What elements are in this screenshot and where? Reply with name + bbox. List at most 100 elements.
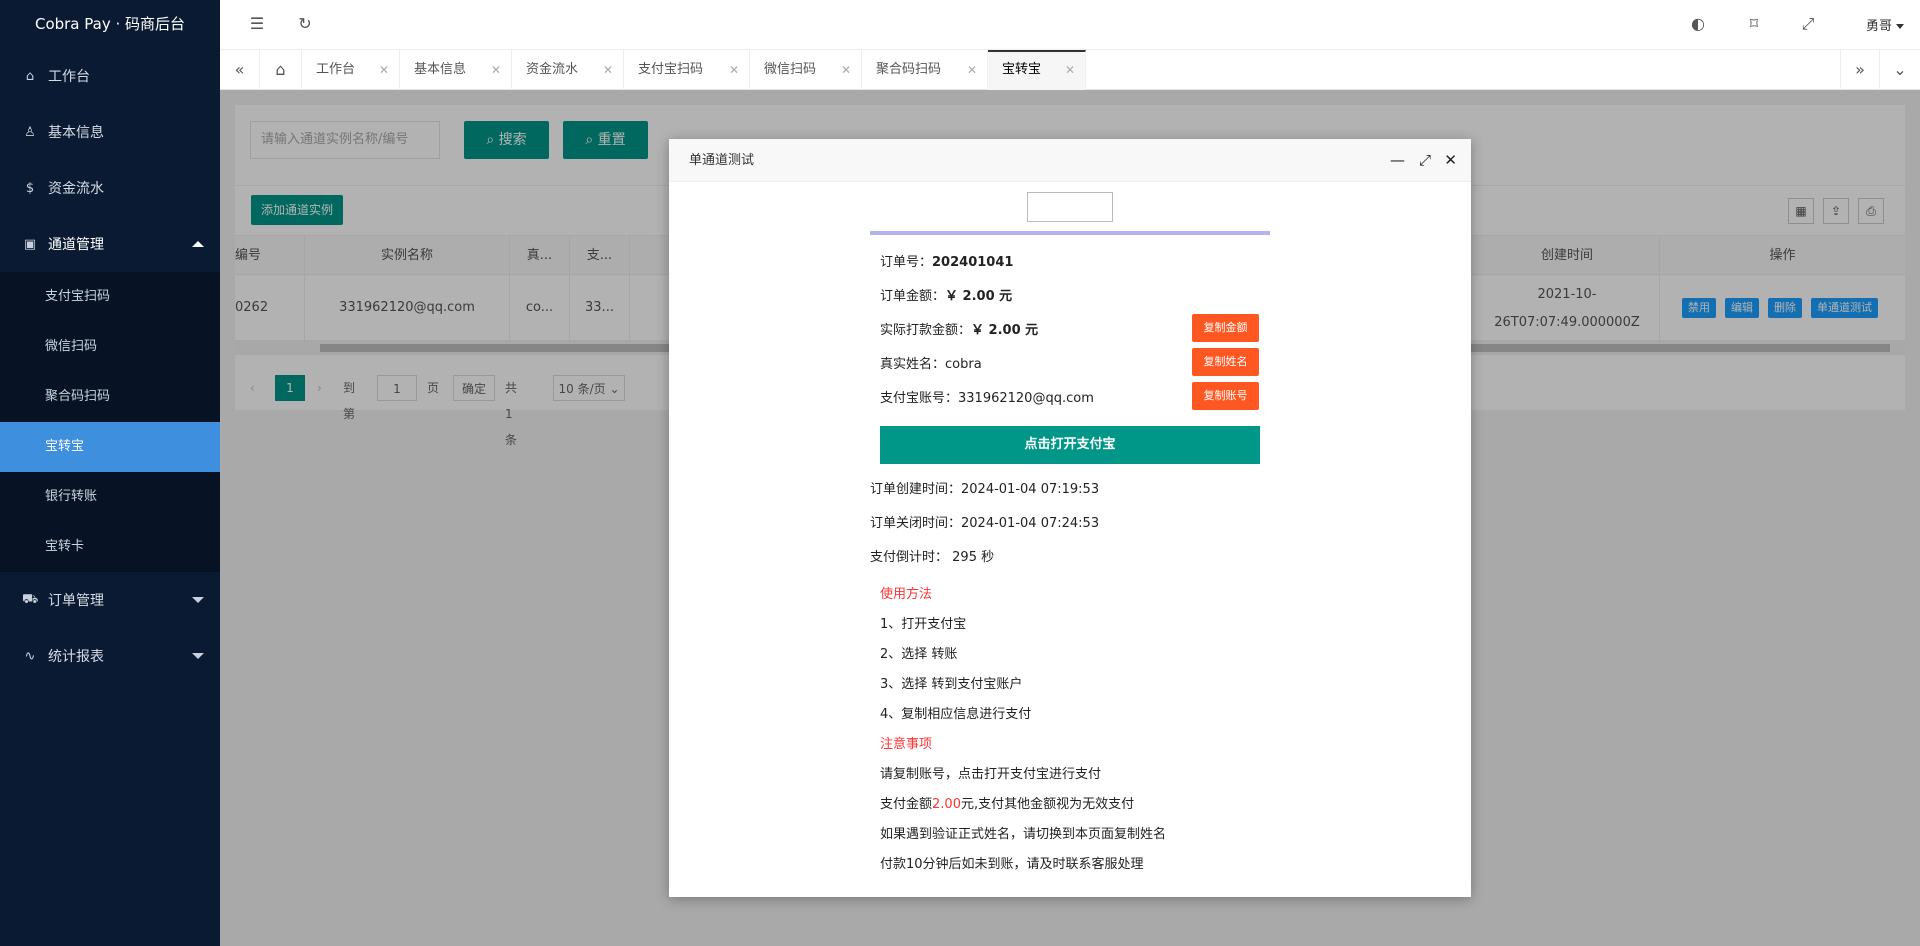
value: 295 秒	[952, 550, 995, 565]
label: 支付倒计时：	[870, 550, 949, 565]
sidebar-subitem-bao-zhuan-bao[interactable]: 宝转宝	[0, 422, 220, 472]
close-icon[interactable]: ✕	[1065, 52, 1075, 88]
menu-fold-icon[interactable]: ☰	[247, 14, 267, 34]
label: 支付宝账号：	[880, 391, 959, 406]
theme-icon[interactable]: ◐	[1688, 14, 1708, 34]
dollar-icon: $	[25, 180, 35, 196]
notice-line: 支付金额2.00元,支付其他金额视为无效支付	[880, 793, 1134, 812]
tab-basic-info[interactable]: 基本信息 ✕	[400, 50, 512, 90]
order-amount: 订单金额：￥ 2.00 元	[880, 285, 1012, 304]
chevron-down-icon	[192, 653, 204, 659]
copy-account-button[interactable]: 复制账号	[1192, 382, 1259, 410]
fullscreen-icon[interactable]: ⤢	[1798, 14, 1818, 34]
app-title: Cobra Pay · 码商后台	[34, 15, 186, 33]
value: 202401041	[932, 255, 1014, 270]
dialog-title: 单通道测试	[689, 153, 755, 168]
tab-label: 宝转宝	[1002, 62, 1042, 77]
payment-countdown: 支付倒计时： 295 秒	[870, 546, 994, 565]
text: 支付金额	[880, 797, 933, 812]
close-icon[interactable]: ✕	[491, 50, 501, 90]
alipay-account: 支付宝账号：331962120@qq.com	[880, 387, 1094, 406]
tab-home-icon[interactable]: ⌂	[260, 50, 302, 90]
order-number: 订单号：202401041	[880, 251, 1013, 270]
label: 订单关闭时间：	[870, 516, 962, 531]
actual-amount: 实际打款金额：￥ 2.00 元	[880, 319, 1038, 338]
tab-alipay-scan[interactable]: 支付宝扫码 ✕	[624, 50, 750, 90]
tabs-scroll-right-icon[interactable]: »	[1840, 50, 1880, 90]
chevron-up-icon	[192, 241, 204, 247]
sidebar-subitem-bank-transfer[interactable]: 银行转账	[0, 472, 220, 522]
sidebar-item-label: 统计报表	[48, 649, 104, 665]
sidebar-item-funds[interactable]: $ 资金流水	[0, 160, 220, 216]
dialog-header: 单通道测试 — ⤢ ✕	[669, 139, 1471, 182]
tab-wechat-scan[interactable]: 微信扫码 ✕	[750, 50, 862, 90]
user-menu[interactable]: 勇哥	[1866, 15, 1904, 34]
tab-bar: « ⌂ 工作台 ✕ 基本信息 ✕ 资金流水 ✕ 支付宝扫码 ✕ 微信扫码 ✕ 聚合码扫码 ✕…	[220, 50, 1920, 90]
value: 331962120@qq.com	[958, 391, 1094, 406]
cart-icon: ⛟	[22, 591, 39, 607]
sidebar-item-orders[interactable]: ⛟ 订单管理	[0, 572, 220, 628]
sidebar-item-channel-management[interactable]: ▣ 通道管理	[0, 216, 220, 272]
usage-title: 使用方法	[880, 587, 933, 602]
value: 2024-01-04 07:19:53	[961, 482, 1100, 497]
value: cobra	[945, 357, 982, 372]
chart-icon: ∿	[24, 648, 36, 664]
tab-label: 基本信息	[414, 62, 467, 77]
value: ￥ 2.00 元	[971, 323, 1039, 338]
tab-aggregate-scan[interactable]: 聚合码扫码 ✕	[862, 50, 988, 90]
sidebar-item-basic-info[interactable]: ♙ 基本信息	[0, 104, 220, 160]
chevron-down-icon	[192, 597, 204, 603]
sidebar-item-workbench[interactable]: ⌂ 工作台	[0, 48, 220, 104]
tabs-scroll-left-icon[interactable]: «	[220, 50, 260, 90]
single-channel-test-dialog: 单通道测试 — ⤢ ✕ 订单号：202401041 订单金额：￥ 2.00 元 …	[669, 139, 1471, 897]
tab-workbench[interactable]: 工作台 ✕	[302, 50, 400, 90]
close-icon[interactable]: ✕	[841, 50, 851, 90]
sidebar-item-label: 通道管理	[48, 237, 104, 253]
minimize-icon[interactable]: —	[1390, 139, 1405, 182]
divider	[870, 231, 1270, 235]
order-closed-time: 订单关闭时间：2024-01-04 07:24:53	[870, 512, 1099, 531]
tab-label: 资金流水	[526, 62, 579, 77]
maximize-icon[interactable]: ⤢	[1419, 139, 1431, 182]
sidebar-subitem-aggregate-scan[interactable]: 聚合码扫码	[0, 372, 220, 422]
notice-title: 注意事项	[880, 737, 933, 752]
sidebar: Cobra Pay · 码商后台 ⌂ 工作台 ♙ 基本信息 $ 资金流水 ▣ 通…	[0, 0, 220, 946]
copy-name-button[interactable]: 复制姓名	[1192, 348, 1259, 376]
order-created-time: 订单创建时间：2024-01-04 07:19:53	[870, 478, 1099, 497]
tag-icon[interactable]: ⌑	[1744, 14, 1764, 34]
tabs-more-icon[interactable]: ⌄	[1880, 50, 1920, 90]
tab-funds[interactable]: 资金流水 ✕	[512, 50, 624, 90]
sidebar-subitem-wechat-scan[interactable]: 微信扫码	[0, 322, 220, 372]
open-alipay-button[interactable]: 点击打开支付宝	[880, 426, 1260, 464]
real-name: 真实姓名：cobra	[880, 353, 982, 372]
tab-label: 微信扫码	[764, 62, 817, 77]
user-icon: ♙	[24, 124, 36, 140]
close-icon[interactable]: ✕	[379, 50, 389, 90]
close-icon[interactable]: ✕	[729, 50, 739, 90]
label: 订单金额：	[880, 289, 946, 304]
usage-step: 3、选择 转到支付宝账户	[880, 677, 1023, 692]
sidebar-subitem-alipay-scan[interactable]: 支付宝扫码	[0, 272, 220, 322]
close-icon[interactable]: ✕	[1444, 139, 1457, 182]
tab-label: 聚合码扫码	[876, 62, 942, 77]
refresh-icon[interactable]: ↻	[295, 14, 315, 34]
copy-amount-button[interactable]: 复制金额	[1192, 314, 1259, 342]
value: ￥ 2.00 元	[945, 289, 1013, 304]
caret-down-icon	[1896, 24, 1904, 29]
tab-bao-zhuan-bao[interactable]: 宝转宝 ✕	[988, 50, 1086, 90]
apps-icon: ▣	[23, 236, 37, 252]
usage-step: 4、复制相应信息进行支付	[880, 707, 1032, 722]
sidebar-item-reports[interactable]: ∿ 统计报表	[0, 628, 220, 684]
close-icon[interactable]: ✕	[603, 50, 613, 90]
usage-step: 1、打开支付宝	[880, 617, 967, 632]
home-icon: ⌂	[25, 68, 35, 84]
user-name: 勇哥	[1865, 19, 1892, 34]
label: 真实姓名：	[880, 357, 946, 372]
label: 实际打款金额：	[880, 323, 972, 338]
tab-label: 工作台	[316, 62, 356, 77]
sidebar-item-label: 工作台	[48, 69, 90, 85]
sidebar-subitem-bao-zhuan-ka[interactable]: 宝转卡	[0, 522, 220, 572]
sidebar-item-label: 订单管理	[48, 593, 104, 609]
amount: 2.00	[932, 797, 961, 812]
close-icon[interactable]: ✕	[967, 50, 977, 90]
